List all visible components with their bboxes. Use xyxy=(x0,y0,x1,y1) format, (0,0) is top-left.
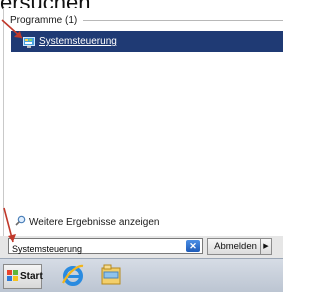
internet-explorer-icon xyxy=(61,263,85,292)
section-divider xyxy=(83,19,283,21)
more-results-link[interactable]: Weitere Ergebnisse anzeigen xyxy=(15,215,159,229)
file-explorer-icon xyxy=(99,263,123,292)
result-item-label: Systemsteuerung xyxy=(39,36,117,47)
start-menu-panel: Programme (1) Systemsteuerung Weitere Er… xyxy=(3,8,283,236)
taskbar-app-explorer[interactable] xyxy=(96,262,126,292)
start-button-label: Start xyxy=(20,271,43,282)
screenshot-root: ersuchen Programme (1) Systemsteuerung xyxy=(0,0,283,292)
more-results-label: Weitere Ergebnisse anzeigen xyxy=(29,216,160,228)
result-item-control-panel[interactable]: Systemsteuerung xyxy=(11,31,283,52)
search-bar-row: ✕ Abmelden ▶ xyxy=(0,236,283,258)
start-button[interactable]: Start xyxy=(3,264,43,289)
shutdown-options-button[interactable]: ▶ xyxy=(260,238,272,255)
taskbar-app-ie[interactable] xyxy=(58,262,88,292)
annotation-arrow-bottom xyxy=(3,207,16,243)
programs-section-header: Programme (1) xyxy=(10,12,283,28)
search-box[interactable]: ✕ xyxy=(8,238,203,256)
logoff-button[interactable]: Abmelden xyxy=(207,238,264,255)
annotation-arrow-top xyxy=(1,19,23,39)
search-input[interactable] xyxy=(9,242,179,256)
clear-search-icon[interactable]: ✕ xyxy=(186,240,200,252)
windows-logo-icon xyxy=(7,268,18,286)
taskbar: Start xyxy=(0,258,283,292)
